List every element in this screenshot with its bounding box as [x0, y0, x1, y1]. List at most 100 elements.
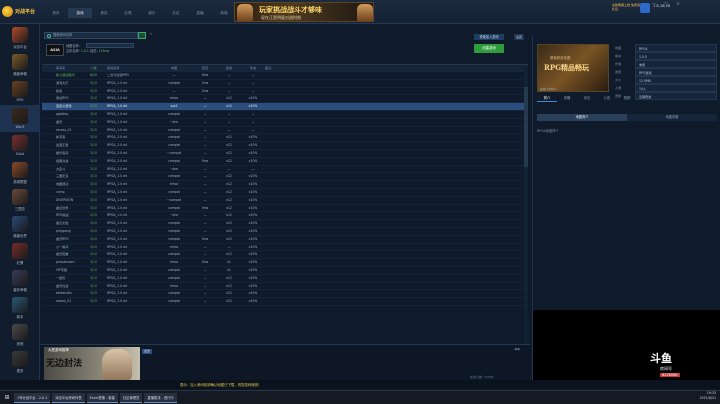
search-input[interactable]: 搜索房间名称 [44, 32, 138, 39]
table-row[interactable]: 新手房 3/10 RPGA_1.0.rid compat — x12 x10% [42, 134, 528, 143]
sidebar-game-item[interactable]: DotA [0, 132, 40, 159]
table-cell: x1 [227, 260, 231, 265]
table-row[interactable]: 一起玩 3/10 RPGA_1.0.rid compat — x12 x10% [42, 275, 528, 283]
close-button[interactable]: ✕ [674, 1, 682, 7]
table-cell: RPGA_1.0.rid [107, 88, 128, 93]
table-row[interactable]: 魔兽对战 3/10 RPGA_1.0.rid rehca — x12 x10% [42, 283, 528, 291]
column-header[interactable]: 备注 [265, 65, 528, 72]
sidebar-game-item[interactable]: 英雄联盟 [0, 159, 40, 186]
taskbar-item[interactable]: 1号对战平台 - 2.0.1 [14, 392, 51, 403]
create-room-button[interactable]: 创建游戏 [474, 44, 504, 53]
table-row[interactable]: 游戏大厅 3/10 RPGA_1.0.rid compat 2ms — — [42, 80, 528, 88]
promo-link[interactable]: 全新网游上线 免费领礼包 [612, 3, 642, 21]
sidebar-game-item[interactable]: 更多 [0, 348, 40, 375]
sidebar-game-item[interactable]: 三国志 [0, 186, 40, 213]
sidebar-game-item[interactable]: 对战平台 [0, 24, 40, 51]
detail-tab[interactable]: 视频 [617, 94, 637, 102]
table-cell: — [203, 283, 207, 288]
taskbar-item[interactable]: 社区管理员 [119, 392, 143, 403]
column-header[interactable]: 延迟 [193, 65, 217, 72]
nav-tab[interactable]: 社区 [164, 8, 188, 18]
sidebar-game-item[interactable]: 星际争霸 [0, 267, 40, 294]
table-row[interactable]: 魔幻世界 3/10 RPGA_1.0.rid compat 5ms x12 x10% [42, 205, 528, 213]
detail-subtab[interactable]: 地图攻略 [627, 114, 717, 121]
sidebar-game-item[interactable]: RPG [0, 78, 40, 105]
table-row[interactable]: pingpong 3/10 RPGA_1.0.rid compat — x12 x10% [42, 228, 528, 236]
nav-tab[interactable]: 竞技 [92, 8, 116, 18]
app-logo[interactable]: 对战平台 [2, 4, 42, 18]
table-row[interactable]: comp 3/10 RPGA_1.0.rid compat — x12 x10% [42, 189, 528, 197]
start-icon[interactable]: ⊞ [2, 393, 12, 403]
table-row[interactable]: 自定义游戏 3/10 RPGA_1.0.rid sys2 — x12 x10% [42, 103, 528, 111]
table-row[interactable]: 小一房间 3/10 RPGA_1.0.rid rehca — — x10% [42, 244, 528, 252]
sidebar-game-item[interactable]: 新手 [0, 294, 40, 321]
table-row[interactable]: 大乱斗 3/10 RPGA_1.0.rid ~dne — — — [42, 166, 528, 174]
table-row[interactable]: 三国无双 3/10 RPGA_1.0.rid compat — x12 x10% [42, 173, 528, 182]
sidebar-game-item[interactable]: 红警 [0, 240, 40, 267]
quick-join-button[interactable]: 快速加入游戏 [474, 34, 504, 40]
table-row[interactable]: 魔兽英雄 3/10 RPGA_1.0.rid compat — x12 x10% [42, 251, 528, 260]
column-header[interactable]: 状态 [241, 65, 265, 72]
table-row[interactable]: 最强王者 3/10 RPGA_1.0.rid compat — x12 x10% [42, 142, 528, 150]
avatar[interactable] [640, 3, 650, 13]
top-banner-ad[interactable]: 玩家挑战战斗才够味 现在正是明星对战时刻 [234, 2, 374, 22]
favorite-icon[interactable]: ☆ [146, 31, 156, 38]
map-banner[interactable]: 魔兽精选地图 RPG精品畅玩 在线 11627 [537, 44, 609, 92]
detail-tab[interactable]: 简介 [537, 94, 557, 102]
detail-tab[interactable]: 攻略 [557, 94, 577, 102]
sidebar-game-item[interactable]: 魔兽世界 [0, 213, 40, 240]
nav-tab[interactable]: 商城 [212, 8, 236, 18]
table-row[interactable]: VIP专属 3/10 RPGA_1.0.rid compat — x1 x10% [42, 267, 528, 275]
detail-tab[interactable]: 评论 [577, 94, 597, 102]
send-button[interactable]: 发送 [142, 349, 152, 354]
sidebar-game-item[interactable]: 魔兽争霸 [0, 51, 40, 78]
table-row[interactable]: 经典对战 3/10 RPGA_1.0.rid compat 5ms x12 x10% [42, 158, 528, 166]
room-tag-icon[interactable] [138, 32, 146, 39]
sidebar-game-item[interactable]: War3 [0, 105, 40, 132]
map-info-key: 地图 [615, 46, 622, 50]
table-row[interactable]: 测试RPG 3/10 RPGA_1.0.rid rehca — x12 x10% [42, 95, 528, 104]
table-cell [265, 251, 528, 258]
detail-tab[interactable]: 公告 [597, 94, 617, 102]
maximize-button[interactable]: □ [662, 1, 670, 7]
table-row[interactable]: 新房 3/10 RPGA_1.0.rid — 2ms — — [42, 88, 528, 96]
column-header[interactable]: 人数 [84, 65, 103, 72]
table-row[interactable]: gglobby 3/10 RPGA_1.0.rid compat — — — [42, 111, 528, 119]
system-tray-clock[interactable]: 19:33 2021/8/21 [700, 391, 716, 401]
table-row[interactable]: peopleroom 3/10 RPGA_1.0.rid rehca 5ms x1 x10% [42, 259, 528, 267]
detail-subtab[interactable]: 地图简介 [537, 114, 627, 121]
taskbar-item[interactable]: 直播推流 - 进行中 [144, 392, 177, 403]
taskbar-item[interactable]: 对战平台房间列表 [52, 392, 85, 403]
table-cell [265, 158, 528, 165]
table-row[interactable]: RPG挑战 3/10 RPGA_1.0.rid ~dne — x12 x10% [42, 212, 528, 221]
table-row[interactable]: tekkenalls 3/10 RPGA_1.0.rid compat — x12 x10% [42, 290, 528, 299]
nav-tab[interactable]: 首页 [44, 8, 68, 18]
column-header[interactable]: 房间名称 [103, 65, 155, 72]
column-header[interactable]: 地图 [155, 65, 193, 72]
scrollbar-thumb[interactable] [524, 87, 528, 167]
map-select[interactable] [86, 43, 134, 48]
table-row[interactable]: 娱乐房间 3/10 RPGA_1.0.rid ~compat — x12 x10% [42, 150, 528, 158]
table-row[interactable]: rooms_01 3/10 RPGA_1.0.rid compat — x12 x10% [42, 298, 528, 306]
settings-button[interactable]: 设置 [514, 34, 524, 40]
table-row[interactable]: 魔兽RPG 3/10 RPGA_1.0.rid compat 5ms x12 x10% [42, 236, 528, 244]
sidebar-game-item[interactable]: 其他 [0, 321, 40, 348]
minimize-button[interactable]: — [650, 1, 658, 7]
table-row[interactable]: 魔幻大陆 3/10 RPGA_1.0.rid compat — x12 x10% [42, 220, 528, 228]
nav-tab[interactable]: 娱乐 [140, 8, 164, 18]
table-row[interactable]: DIVERSION 3/10 RPGA_1.0.rid ~compat — x12 x10% [42, 197, 528, 205]
nav-tab[interactable]: 比赛 [116, 8, 140, 18]
table-row[interactable]: 地图测试 3/10 RPGA_1.0.rid rehca — x12 x10% [42, 181, 528, 189]
table-row[interactable]: recess_01 3/10 RPGA_1.0.rid compat — — — [42, 127, 528, 135]
table-row[interactable]: 新人测试房间 8/10 二次元动漫RPG — 0ms — — [42, 72, 528, 80]
chat-scroll-arrows[interactable]: ◀ ▶ [514, 347, 521, 351]
nav-tab[interactable]: 直播 [188, 8, 212, 18]
nav-tab[interactable]: 游戏 [68, 8, 92, 18]
table-row[interactable]: 魔兽 3/10 RPGA_1.0.rid ~dne — — — [42, 119, 528, 127]
chat-promo-ad[interactable]: 大型游戏推荐 无边封法 [44, 347, 140, 381]
table-cell: RPGA_1.0.rid [107, 104, 128, 109]
taskbar-item[interactable]: Excel表格 - 新建 [86, 392, 118, 403]
column-header[interactable]: 房间名 [42, 65, 84, 72]
column-header[interactable]: 加载 [217, 65, 241, 72]
table-scrollbar[interactable] [524, 67, 528, 355]
